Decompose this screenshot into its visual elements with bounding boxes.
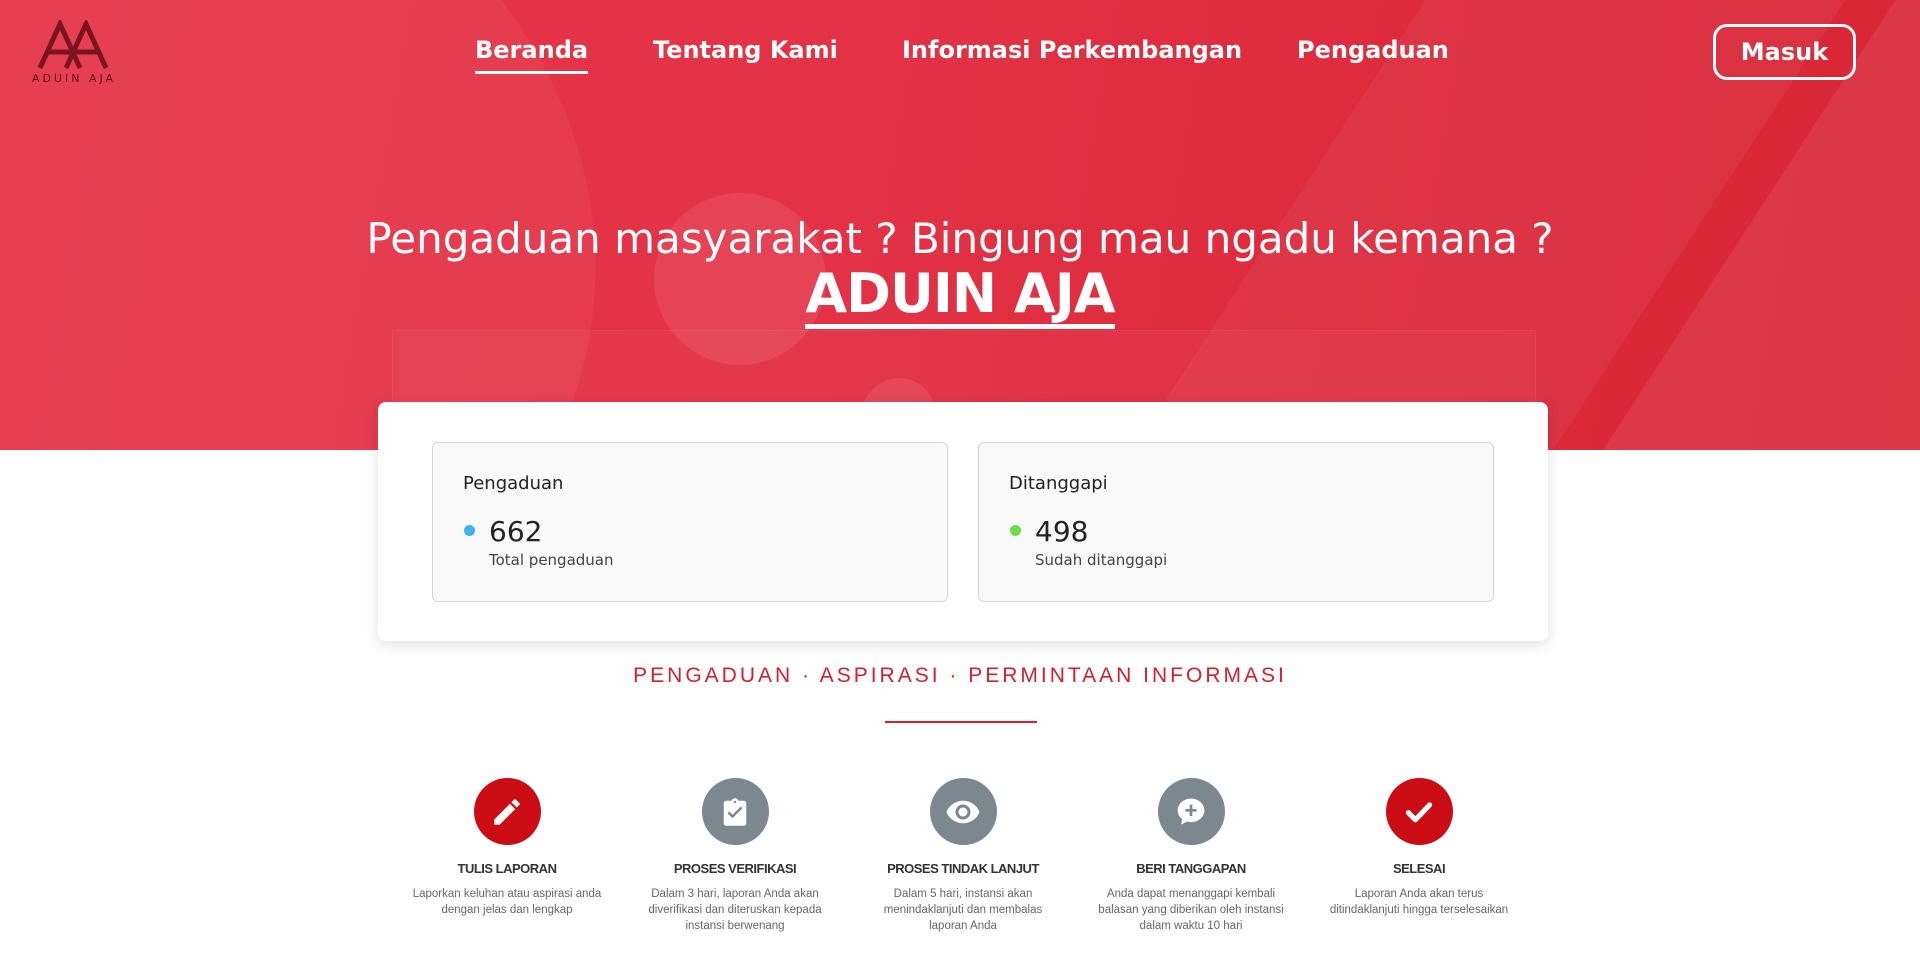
stat-title: Ditanggapi: [1009, 473, 1108, 494]
nav-item-pengaduan[interactable]: Pengaduan: [1297, 36, 1449, 64]
stat-caption: Sudah ditanggapi: [1035, 551, 1168, 569]
step-label: BERI TANGGAPAN: [1136, 861, 1246, 876]
clipboard-check-icon: [723, 797, 747, 826]
stat-ditanggapi: Ditanggapi 498 Sudah ditanggapi: [978, 442, 1494, 602]
step-label: PROSES TINDAK LANJUT: [887, 861, 1039, 876]
eye-icon: [946, 800, 980, 823]
hero-headline: Pengaduan masyarakat ? Bingung mau ngadu…: [366, 214, 1554, 263]
hero-brand-title-wrap: ADUIN AJA: [0, 264, 1920, 329]
login-button[interactable]: Masuk: [1713, 24, 1856, 80]
stat-pengaduan: Pengaduan 662 Total pengaduan: [432, 442, 948, 602]
step-label: PROSES VERIFIKASI: [673, 861, 797, 876]
nav-item-beranda[interactable]: Beranda: [475, 36, 589, 74]
step-description: Laporan Anda akan terus ditindaklanjuti …: [1329, 888, 1509, 916]
section-tagline: PENGADUAN · ASPIRASI · PERMINTAAN INFORM…: [633, 664, 1287, 687]
step-description: Anda dapat menanggapi kembali balasan ya…: [1098, 888, 1284, 932]
stat-title: Pengaduan: [463, 473, 564, 494]
step-label: SELESAI: [1392, 861, 1446, 876]
stats-card: Pengaduan 662 Total pengaduan Ditanggapi…: [378, 402, 1548, 641]
stat-caption: Total pengaduan: [489, 551, 614, 569]
step-label: TULIS LAPORAN: [457, 861, 557, 876]
tagline-divider: [885, 721, 1037, 723]
nav-item-tentang-kami[interactable]: Tentang Kami: [653, 36, 838, 64]
stat-value: 662: [489, 515, 543, 548]
step-icon-circle: [1385, 778, 1453, 845]
step-description: Laporkan keluhan atau aspirasi anda deng…: [412, 888, 602, 916]
step-proses-tindak-lanjut: PROSES TINDAK LANJUT Dalam 5 hari, insta…: [863, 778, 1063, 934]
step-icon-circle: [473, 778, 541, 845]
status-dot-icon: [1010, 525, 1021, 536]
nav-item-informasi-perkembangan[interactable]: Informasi Perkembangan: [902, 36, 1242, 64]
check-icon: [1405, 801, 1433, 822]
step-beri-tanggapan: BERI TANGGAPAN Anda dapat menanggapi kem…: [1091, 778, 1291, 934]
step-icon-circle: [701, 778, 769, 845]
step-tulis-laporan: TULIS LAPORAN Laporkan keluhan atau aspi…: [407, 778, 607, 918]
comment-plus-icon: [1177, 798, 1205, 825]
step-icon-circle: [929, 778, 997, 845]
step-description: Dalam 3 hari, laporan Anda akan diverifi…: [648, 888, 822, 932]
pencil-icon: [494, 798, 520, 825]
status-dot-icon: [464, 525, 475, 536]
step-icon-circle: [1157, 778, 1225, 845]
hero-brand-title: ADUIN AJA: [805, 264, 1116, 329]
step-description: Dalam 5 hari, instansi akan menindaklanj…: [883, 888, 1043, 932]
step-proses-verifikasi: PROSES VERIFIKASI Dalam 3 hari, laporan …: [635, 778, 835, 934]
main-nav: Beranda Tentang Kami Informasi Perkemban…: [0, 36, 1920, 76]
step-selesai: SELESAI Laporan Anda akan terus ditindak…: [1319, 778, 1519, 918]
stat-value: 498: [1035, 515, 1089, 548]
